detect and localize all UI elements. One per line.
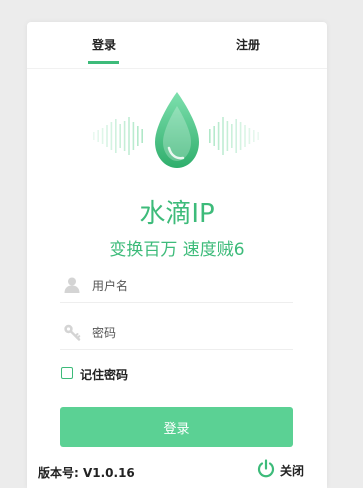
power-icon (257, 459, 275, 478)
sound-wave-bar (222, 117, 224, 155)
logo (91, 90, 263, 170)
sound-wave-bar (239, 122, 242, 150)
login-button[interactable]: 登录 (60, 407, 293, 447)
sound-wave-bar (119, 124, 121, 148)
sound-wave-bar (244, 125, 246, 147)
password-field (60, 321, 293, 350)
tab-login[interactable]: 登录 (92, 36, 116, 53)
sound-wave-bar (235, 119, 237, 153)
brand-name: 水滴IP (139, 199, 215, 229)
key-icon (64, 324, 81, 341)
sound-wave-bar (217, 122, 220, 150)
sound-wave-bar (257, 132, 259, 140)
version-label: 版本号: V1.0.16 (38, 466, 135, 480)
sound-wave-bar (231, 124, 233, 148)
tab-bar: 登录 注册 (27, 22, 327, 69)
sound-wave-bar (97, 130, 99, 142)
tab-register[interactable]: 注册 (236, 36, 260, 53)
water-drop-icon (93, 92, 259, 168)
login-window: 登录 注册 水滴IP 变换百万 速度贼6 用户名 记住密码 登录 版本号: V1… (27, 22, 327, 488)
sound-wave-bar (253, 130, 255, 142)
brand-slogan: 变换百万 速度贼6 (109, 240, 245, 260)
sound-wave-bar (226, 121, 229, 151)
sound-wave-bar (248, 128, 251, 144)
sound-wave-bar (123, 121, 126, 151)
active-tab-indicator (88, 61, 119, 64)
remember-checkbox[interactable] (61, 367, 73, 379)
user-icon (64, 277, 80, 293)
sound-wave-bar (93, 132, 95, 140)
sound-wave-bar (115, 119, 117, 153)
remember-label: 记住密码 (80, 368, 129, 382)
sound-wave-bar (106, 125, 108, 147)
sound-wave-bar (209, 129, 211, 143)
sound-wave-bar (110, 122, 113, 150)
sound-wave-bar (101, 128, 104, 144)
sound-wave-bar (141, 129, 143, 143)
sound-wave-bar (137, 126, 139, 146)
username-field (60, 274, 293, 303)
sound-wave-bar (213, 126, 215, 146)
sound-wave-bar (128, 117, 130, 155)
close-label: 关闭 (280, 464, 305, 478)
password-input[interactable] (92, 321, 287, 345)
username-input[interactable] (92, 274, 287, 298)
sound-wave-bar (132, 122, 135, 150)
